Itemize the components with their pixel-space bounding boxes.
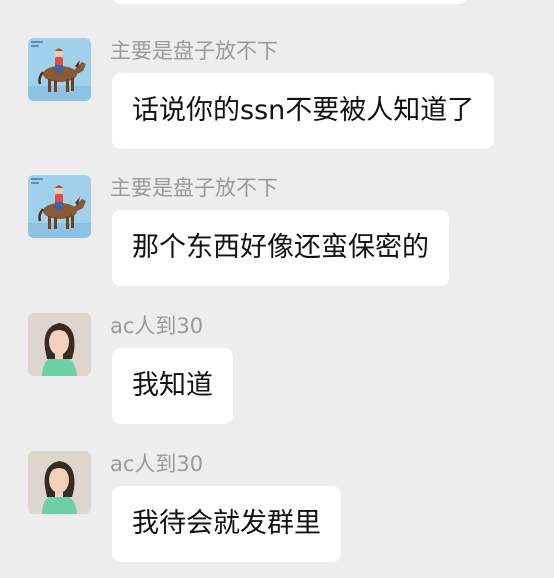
sender-name[interactable]: ac人到30 [110, 313, 203, 339]
horse-rider-avatar-icon [28, 175, 91, 238]
message-bubble[interactable]: 我待会就发群里 [112, 486, 341, 562]
message-bubble[interactable]: 话说你的ssn不要被人知道了 [112, 73, 495, 149]
horse-rider-avatar-icon [28, 38, 91, 101]
message-bubble[interactable]: 我知道 [112, 348, 233, 424]
sender-name[interactable]: 主要是盘子放不下 [110, 175, 278, 201]
avatar[interactable] [28, 451, 91, 514]
message-bubble[interactable]: 那个东西好像还蛮保密的 [112, 210, 449, 286]
avatar[interactable] [28, 38, 91, 101]
avatar[interactable] [28, 175, 91, 238]
woman-portrait-avatar-icon [28, 313, 91, 376]
sender-name[interactable]: ac人到30 [110, 451, 203, 477]
woman-portrait-avatar-icon [28, 451, 91, 514]
previous-message-bubble[interactable] [112, 0, 468, 4]
sender-name[interactable]: 主要是盘子放不下 [110, 38, 278, 64]
avatar[interactable] [28, 313, 91, 376]
